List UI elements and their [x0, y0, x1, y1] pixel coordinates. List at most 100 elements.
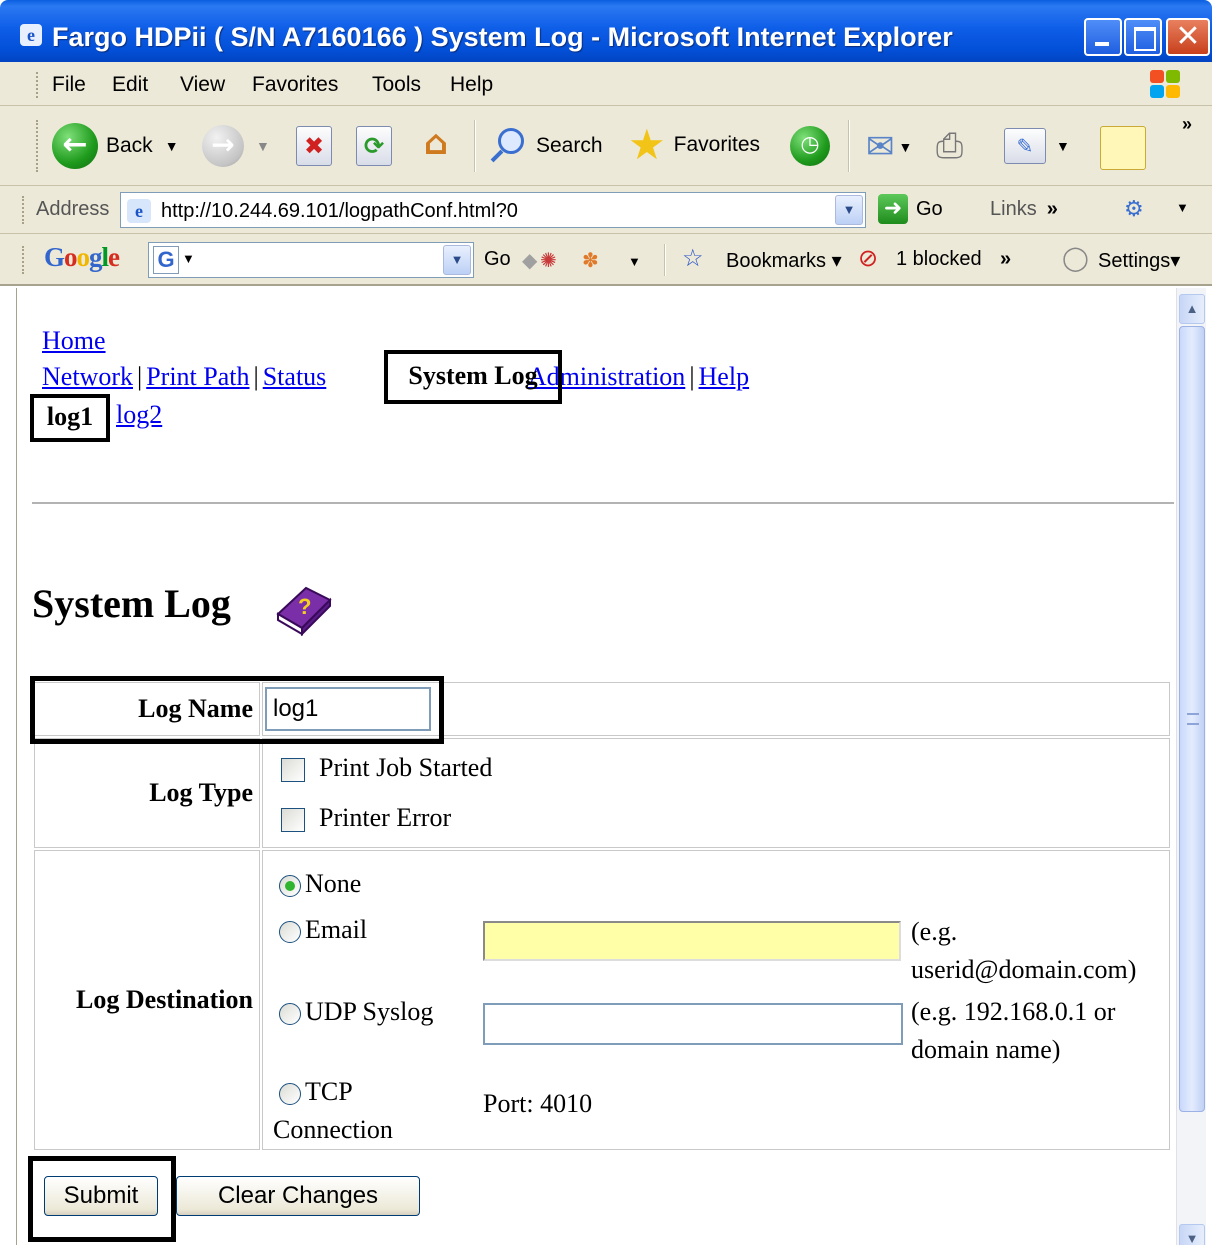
google-logo[interactable]: Google — [44, 242, 120, 273]
chevron-down-icon[interactable]: ▼ — [256, 138, 270, 154]
scroll-thumb[interactable] — [1179, 326, 1205, 1112]
menu-tools[interactable]: Tools — [372, 73, 421, 97]
printer-error-checkbox[interactable] — [281, 808, 305, 833]
ie-icon: e — [20, 24, 42, 46]
news-icon[interactable]: ✺ — [540, 248, 557, 273]
puzzle-icon[interactable]: ✽ — [582, 248, 599, 273]
history-button[interactable]: ◷ — [790, 126, 830, 166]
toolbar-grip[interactable] — [36, 72, 39, 98]
menu-help[interactable]: Help — [450, 73, 493, 97]
links-button[interactable]: Links » — [990, 198, 1058, 221]
dest-udp-option[interactable]: UDP Syslog — [279, 997, 433, 1027]
chevron-down-icon[interactable]: ▼ — [835, 195, 863, 225]
print-job-checkbox[interactable] — [281, 758, 305, 783]
forward-button[interactable]: → ▼ — [202, 125, 270, 167]
chevron-down-icon[interactable]: ▼ — [443, 245, 471, 275]
menu-favorites[interactable]: Favorites — [252, 73, 338, 97]
blocked-count[interactable]: 1 blocked — [896, 248, 982, 271]
log-type-option-printer-error[interactable]: Printer Error — [281, 793, 1169, 843]
dest-none-option[interactable]: None — [279, 869, 361, 899]
popup-blocked-icon: ⊘ — [858, 245, 879, 272]
email-hint-line1: (e.g. — [911, 917, 958, 946]
favorites-button[interactable]: ★ Favorites — [628, 122, 760, 168]
settings-button[interactable]: Settings▾ — [1098, 248, 1180, 273]
bookmarks-button[interactable]: Bookmarks ▾ — [726, 248, 842, 273]
vertical-scrollbar[interactable]: ▲ ▼ — [1176, 288, 1206, 1245]
system-log-form: Log Name Log Type Print Job Started Prin… — [32, 680, 1172, 1152]
google-search-input[interactable]: G ▼ ▼ — [148, 242, 474, 278]
refresh-button[interactable]: ⟳ — [356, 126, 392, 166]
email-input[interactable] — [483, 921, 901, 961]
maximize-button[interactable] — [1124, 18, 1162, 56]
minimize-button[interactable] — [1084, 18, 1122, 56]
nav-help-link[interactable]: Help — [699, 362, 750, 391]
udp-syslog-input[interactable] — [483, 1003, 903, 1045]
scroll-up-button[interactable]: ▲ — [1179, 294, 1205, 324]
nav-system-log-current: System Log — [384, 350, 562, 404]
udp-hint-line2: domain name) — [911, 1035, 1061, 1064]
toolbar-grip[interactable] — [36, 120, 39, 172]
nav-status-link[interactable]: Status — [263, 362, 327, 391]
dest-none-radio[interactable] — [279, 875, 301, 898]
back-button[interactable]: ← Back ▼ — [52, 123, 179, 169]
title-bar[interactable]: e Fargo HDPii ( S/N A7160166 ) System Lo… — [0, 0, 1212, 62]
menu-file[interactable]: File — [52, 73, 86, 97]
nav-network-link[interactable]: Network — [42, 362, 133, 391]
page-icon: e — [127, 199, 151, 223]
toolbar-grip[interactable] — [22, 246, 25, 274]
dest-udp-radio[interactable] — [279, 1003, 301, 1026]
chevron-down-icon[interactable]: ▼ — [165, 138, 179, 154]
forward-arrow-icon: → — [202, 125, 244, 167]
google-g-icon[interactable]: G — [153, 246, 179, 274]
scroll-down-button[interactable]: ▼ — [1179, 1224, 1205, 1245]
address-input[interactable]: e http://10.244.69.101/logpathConf.html?… — [120, 192, 866, 228]
google-go-button[interactable]: Go — [484, 248, 511, 271]
refresh-icon: ⟳ — [356, 126, 392, 166]
clear-changes-button[interactable]: Clear Changes — [176, 1176, 420, 1216]
print-button[interactable]: ⎙ — [936, 126, 963, 166]
dest-tcp-radio[interactable] — [279, 1083, 301, 1106]
menu-edit[interactable]: Edit — [112, 73, 148, 97]
edit-icon: ✎ — [1004, 128, 1046, 164]
minimize-icon — [1086, 20, 1120, 54]
dest-none-label: None — [305, 869, 362, 898]
printer-error-label: Printer Error — [319, 803, 452, 832]
stop-icon: ✖ — [296, 126, 332, 166]
edit-button[interactable]: ✎ ▼ — [1004, 128, 1070, 164]
mail-button[interactable]: ✉ ▼ — [866, 128, 912, 166]
home-button[interactable]: ⌂ — [418, 124, 454, 164]
standard-toolbar: ← Back ▼ → ▼ ✖ ⟳ ⌂ Search ★ Favorites ◷ … — [0, 106, 1212, 186]
chevron-down-icon[interactable]: ▼ — [628, 254, 641, 269]
go-button[interactable]: ➜ Go — [878, 194, 943, 224]
sub-nav-log2-link[interactable]: log2 — [116, 400, 162, 430]
address-label: Address — [36, 198, 110, 220]
close-button[interactable]: ✕ — [1166, 18, 1210, 56]
extension-icon[interactable]: ⚙ — [1124, 196, 1144, 222]
page-title: System Log — [32, 581, 231, 626]
chevron-down-icon[interactable]: ▼ — [1176, 200, 1189, 215]
chevron-down-icon[interactable]: ▼ — [1056, 138, 1070, 154]
more-chevron-icon[interactable]: » — [1000, 248, 1011, 271]
toolbar-grip[interactable] — [22, 196, 25, 224]
note-icon — [1100, 126, 1146, 170]
address-url[interactable]: http://10.244.69.101/logpathConf.html?0 — [161, 200, 518, 223]
svg-text:?: ? — [298, 594, 311, 619]
chevron-down-icon[interactable]: ▼ — [899, 139, 913, 155]
dest-email-radio[interactable] — [279, 921, 301, 944]
nav-print-path-link[interactable]: Print Path — [146, 362, 249, 391]
more-chevron-icon[interactable]: » — [1182, 114, 1192, 135]
discuss-button[interactable] — [1100, 126, 1146, 170]
dest-tcp-option[interactable]: TCP Connection — [273, 1073, 393, 1149]
search-button[interactable]: Search — [488, 126, 603, 166]
google-toolbar: Google G ▼ ▼ Go ◆ ✺ ✽ ▼ ☆ Bookmarks ▾ ⊘ … — [0, 234, 1212, 286]
dest-email-option[interactable]: Email — [279, 915, 367, 945]
address-bar: Address e http://10.244.69.101/logpathCo… — [0, 186, 1212, 234]
log-type-option-print-job[interactable]: Print Job Started — [281, 743, 1169, 793]
stop-button[interactable]: ✖ — [296, 126, 332, 166]
help-book-icon[interactable]: ? — [272, 580, 336, 636]
menu-view[interactable]: View — [180, 73, 225, 97]
nav-home-link[interactable]: Home — [42, 326, 106, 356]
back-arrow-icon: ← — [52, 123, 98, 169]
email-hint-line2: userid@domain.com) — [911, 955, 1137, 984]
window-title: Fargo HDPii ( S/N A7160166 ) System Log … — [52, 22, 953, 52]
